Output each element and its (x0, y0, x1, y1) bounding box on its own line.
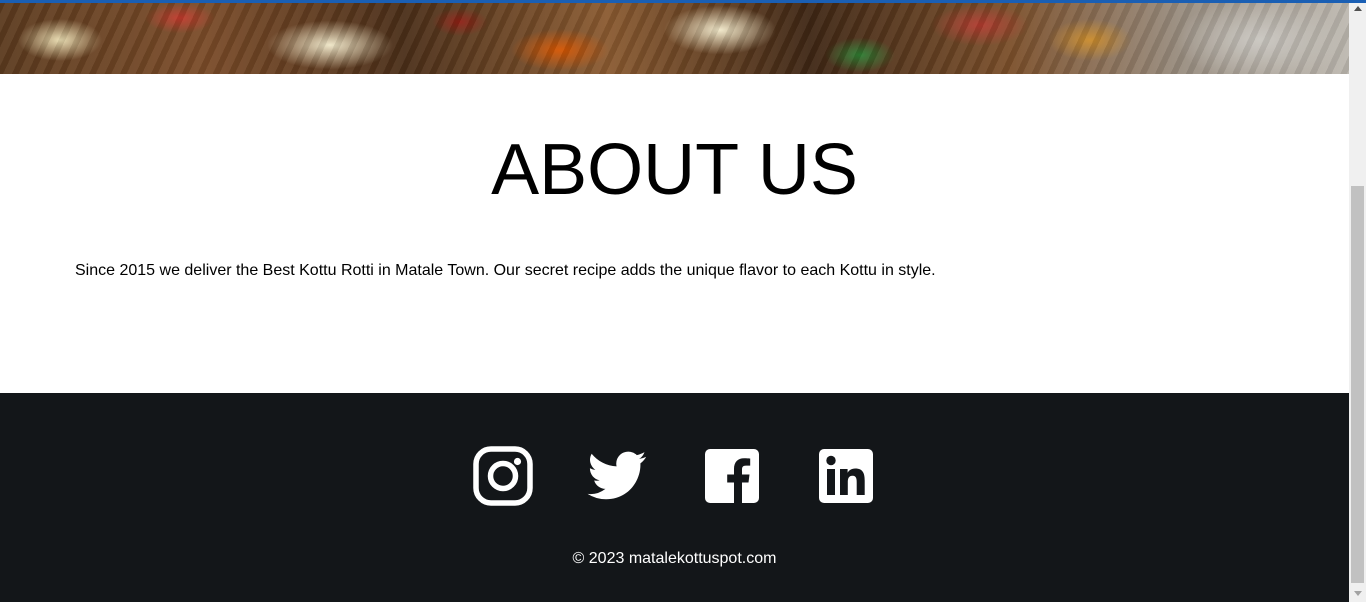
twitter-link[interactable] (587, 446, 647, 506)
about-section: ABOUT US Since 2015 we deliver the Best … (0, 74, 1349, 393)
viewport: ABOUT US Since 2015 we deliver the Best … (0, 0, 1349, 602)
linkedin-link[interactable] (816, 446, 876, 506)
about-title: ABOUT US (491, 130, 858, 210)
vertical-scrollbar[interactable] (1349, 0, 1366, 602)
copyright-text: © 2023 matalekottuspot.com (572, 550, 777, 567)
footer: © 2023 matalekottuspot.com (0, 393, 1349, 602)
browser-top-accent (0, 0, 1366, 3)
facebook-link[interactable] (702, 446, 762, 506)
hero-food-image (0, 0, 1349, 74)
facebook-icon (705, 449, 759, 503)
linkedin-icon (819, 449, 873, 503)
page: ABOUT US Since 2015 we deliver the Best … (0, 0, 1366, 602)
scrollbar-thumb[interactable] (1351, 186, 1364, 583)
twitter-icon (587, 451, 647, 500)
scroll-down-arrow-icon[interactable] (1349, 585, 1366, 602)
instagram-icon (473, 446, 533, 506)
instagram-link[interactable] (473, 446, 533, 506)
about-description: Since 2015 we deliver the Best Kottu Rot… (75, 262, 936, 279)
